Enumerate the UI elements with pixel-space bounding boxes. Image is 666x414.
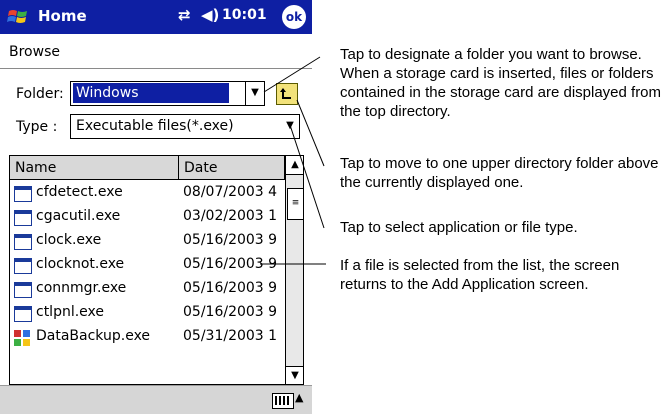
callout-select: If a file is selected from the list, the… bbox=[340, 257, 620, 293]
callout-folder: Tap to designate a folder you want to br… bbox=[340, 46, 662, 120]
callout-up-folder: Tap to move to one upper directory folde… bbox=[340, 155, 659, 191]
callout-type: Tap to select application or file type. bbox=[340, 219, 578, 236]
